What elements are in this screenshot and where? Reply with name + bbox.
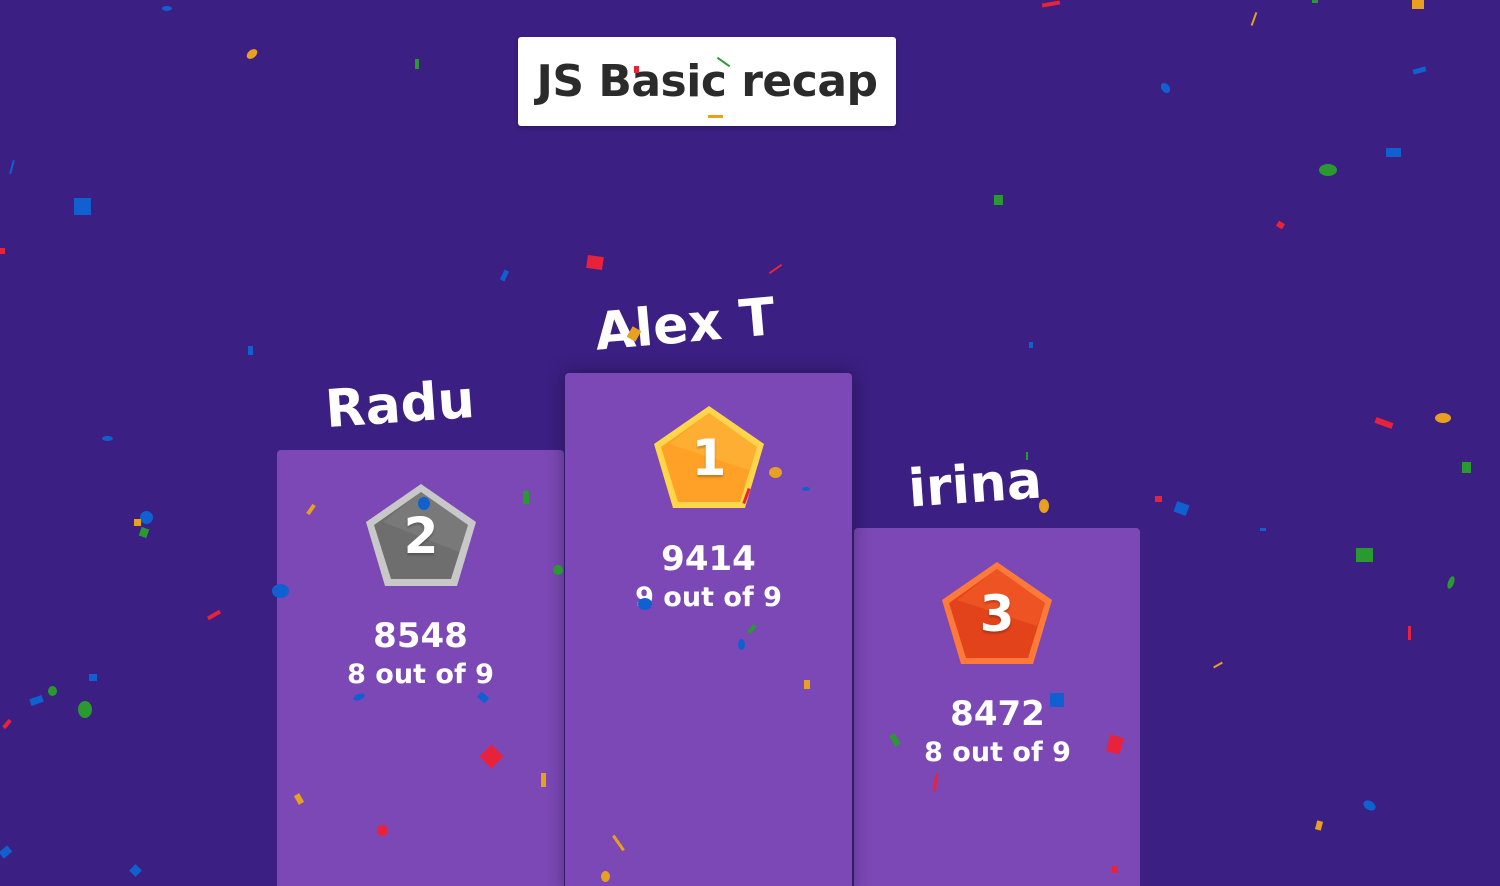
confetti-piece xyxy=(1412,66,1427,75)
confetti-piece xyxy=(377,825,388,836)
confetti-piece xyxy=(1319,164,1337,176)
podium-screen: JS Basic recap Radu Alex T irina 2 8548 … xyxy=(0,0,1500,886)
confetti-piece xyxy=(1155,496,1162,502)
first-place-name: Alex T xyxy=(592,287,778,363)
confetti-piece xyxy=(140,511,153,524)
confetti-piece xyxy=(499,269,510,282)
confetti-piece xyxy=(138,526,150,539)
confetti-piece xyxy=(206,609,222,621)
confetti-piece xyxy=(1314,820,1324,831)
confetti-piece xyxy=(129,864,142,877)
confetti-piece xyxy=(802,487,810,491)
bronze-medal-icon: 3 xyxy=(939,560,1055,668)
confetti-piece xyxy=(0,845,13,859)
gold-medal-icon: 1 xyxy=(651,404,767,512)
confetti-piece xyxy=(1260,528,1266,531)
confetti-piece xyxy=(415,59,419,69)
confetti-piece xyxy=(0,248,5,254)
third-place-score: 8472 xyxy=(950,694,1045,734)
third-place-podium: 3 8472 8 out of 9 xyxy=(854,528,1140,886)
confetti-piece xyxy=(48,686,57,696)
second-place-podium: 2 8548 8 out of 9 xyxy=(277,450,564,886)
confetti-piece xyxy=(74,198,91,215)
confetti-piece xyxy=(738,639,745,650)
first-place-score: 9414 xyxy=(661,539,756,579)
confetti-piece xyxy=(1445,575,1457,590)
confetti-piece xyxy=(29,694,44,707)
confetti-piece xyxy=(994,195,1003,205)
confetti-piece xyxy=(78,701,92,718)
confetti-piece xyxy=(541,773,546,787)
quiz-title-card: JS Basic recap xyxy=(518,37,896,126)
first-place-correct: 9 out of 9 xyxy=(635,582,782,613)
confetti-piece xyxy=(2,718,12,730)
confetti-piece xyxy=(708,115,723,118)
confetti-piece xyxy=(804,680,810,689)
confetti-piece xyxy=(1213,661,1223,669)
first-place-podium: 1 9414 9 out of 9 xyxy=(565,373,852,886)
confetti-piece xyxy=(1173,501,1190,516)
confetti-piece xyxy=(768,263,783,275)
confetti-piece xyxy=(89,674,97,681)
confetti-piece xyxy=(418,497,430,510)
third-rank-number: 3 xyxy=(979,585,1015,643)
confetti-piece xyxy=(1112,866,1118,873)
confetti-piece xyxy=(1435,413,1451,423)
confetti-piece xyxy=(1312,0,1318,3)
confetti-piece xyxy=(1356,548,1373,562)
quiz-title: JS Basic recap xyxy=(536,56,878,107)
confetti-piece xyxy=(1462,462,1471,473)
confetti-piece xyxy=(586,254,604,271)
confetti-piece xyxy=(248,346,253,355)
first-rank-number: 1 xyxy=(691,429,727,487)
confetti-piece xyxy=(134,519,141,526)
confetti-piece xyxy=(523,491,529,504)
confetti-piece xyxy=(1050,693,1064,707)
confetti-piece xyxy=(1029,342,1033,348)
confetti-piece xyxy=(162,6,172,11)
second-place-correct: 8 out of 9 xyxy=(347,659,494,690)
second-place-score: 8548 xyxy=(373,616,468,656)
confetti-piece xyxy=(102,436,113,441)
second-place-name: Radu xyxy=(323,369,477,441)
confetti-piece xyxy=(634,66,639,73)
confetti-piece xyxy=(1374,417,1394,429)
confetti-piece xyxy=(9,159,15,175)
confetti-piece xyxy=(1408,626,1411,640)
confetti-piece xyxy=(1039,499,1049,513)
confetti-piece xyxy=(1158,81,1173,95)
confetti-piece xyxy=(1386,148,1401,157)
confetti-piece xyxy=(769,467,782,478)
confetti-piece xyxy=(1026,452,1028,460)
confetti-piece xyxy=(1250,12,1258,26)
confetti-piece xyxy=(553,565,563,575)
confetti-piece xyxy=(601,871,610,882)
confetti-piece xyxy=(1412,0,1424,9)
confetti-piece xyxy=(1041,0,1061,8)
confetti-piece xyxy=(272,584,289,598)
confetti-piece xyxy=(1361,798,1378,813)
confetti-piece xyxy=(638,598,652,610)
confetti-piece xyxy=(244,47,260,61)
confetti-piece xyxy=(1275,220,1286,230)
